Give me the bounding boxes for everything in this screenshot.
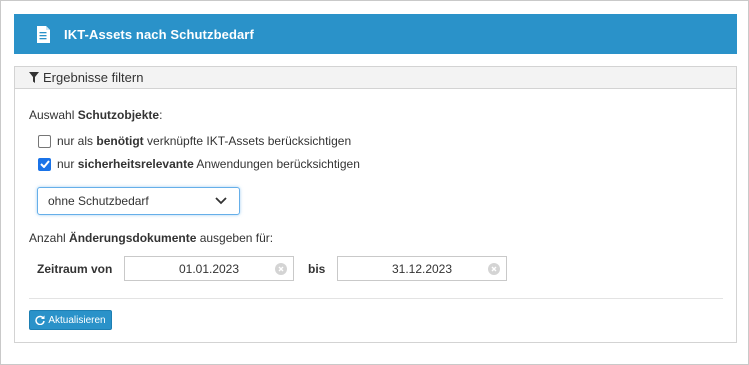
- schutzbedarf-select-value: ohne Schutzbedarf: [48, 194, 149, 208]
- schutzobjekte-label: Auswahl Schutzobjekte:: [29, 108, 163, 122]
- date-to-input[interactable]: 31.12.2023: [337, 256, 507, 281]
- zeitraum-bis-label: bis: [308, 262, 326, 276]
- clear-icon[interactable]: [275, 263, 287, 275]
- option-benoetigt-label: nur als benötigt verknüpfte IKT-Assets b…: [57, 134, 352, 148]
- schutzbedarf-select[interactable]: ohne Schutzbedarf: [37, 187, 240, 215]
- divider: [29, 298, 723, 299]
- benoetigt-checkbox[interactable]: [38, 134, 51, 148]
- document-icon: [36, 25, 50, 43]
- filter-panel-header[interactable]: Ergebnisse filtern: [15, 67, 736, 89]
- clear-icon[interactable]: [488, 263, 500, 275]
- refresh-icon: [35, 315, 46, 325]
- filter-panel-title: Ergebnisse filtern: [43, 70, 144, 85]
- date-to-value: 31.12.2023: [391, 261, 453, 276]
- option-sicherheitsrelevant[interactable]: nur sicherheitsrelevante Anwendungen ber…: [38, 157, 360, 171]
- aenderungsdokumente-label: Anzahl Änderungsdokumente ausgeben für:: [29, 231, 274, 245]
- zeitraum-row: Zeitraum von 01.01.2023 bis 31.12.2023: [37, 256, 717, 281]
- option-benoetigt[interactable]: nur als benötigt verknüpfte IKT-Assets b…: [38, 134, 351, 148]
- filter-panel: Ergebnisse filtern Auswahl Schutzobjekte…: [14, 66, 737, 343]
- page-title: IKT-Assets nach Schutzbedarf: [64, 26, 254, 42]
- page-header: IKT-Assets nach Schutzbedarf: [14, 14, 737, 54]
- chevron-down-icon: [215, 197, 227, 205]
- check-icon: [39, 160, 50, 168]
- date-from-input[interactable]: 01.01.2023: [124, 256, 294, 281]
- aktualisieren-label: Aktualisieren: [48, 314, 106, 326]
- window-frame: IKT-Assets nach Schutzbedarf Ergebnisse …: [0, 0, 749, 365]
- option-sicherheitsrelevant-label: nur sicherheitsrelevante Anwendungen ber…: [57, 157, 360, 171]
- aktualisieren-button[interactable]: Aktualisieren: [29, 310, 112, 330]
- sicherheitsrelevant-checkbox[interactable]: [38, 157, 51, 171]
- zeitraum-von-label: Zeitraum von: [37, 262, 113, 276]
- date-from-value: 01.01.2023: [178, 261, 240, 276]
- filter-icon: [29, 72, 39, 83]
